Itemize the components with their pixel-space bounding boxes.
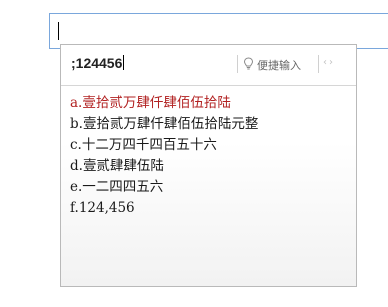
candidate-item[interactable]: e.一二四四五六 [70,177,258,198]
candidate-item[interactable]: f.124,456 [70,198,258,219]
text-caret [58,22,59,40]
candidate-list: a.壹拾贰万肆仟肆佰伍拾陆 b.壹拾贰万肆仟肆佰伍拾陆元整 c.十二万四千四百五… [70,93,258,219]
ime-composition-bar: ;124456 便捷输入 ‹› [61,45,356,86]
ime-candidate-window: ;124456 便捷输入 ‹› a.壹拾贰万肆仟肆佰伍拾陆 b.壹拾贰万肆仟肆佰… [60,44,357,287]
quick-input-button[interactable]: 便捷输入 [243,57,301,73]
composition-text: ;124456 [71,55,125,71]
candidate-item[interactable]: d.壹贰肆肆伍陆 [70,156,258,177]
quick-input-label: 便捷输入 [257,59,301,72]
page-nav: ‹› [323,57,335,68]
candidate-item[interactable]: a.壹拾贰万肆仟肆佰伍拾陆 [70,93,258,114]
divider [237,55,238,73]
lightbulb-icon [243,57,254,73]
candidate-item[interactable]: b.壹拾贰万肆仟肆佰伍拾陆元整 [70,114,258,135]
divider [318,55,319,73]
next-page-icon[interactable]: › [329,57,335,68]
composition-caret [123,55,125,70]
candidate-item[interactable]: c.十二万四千四百五十六 [70,135,258,156]
